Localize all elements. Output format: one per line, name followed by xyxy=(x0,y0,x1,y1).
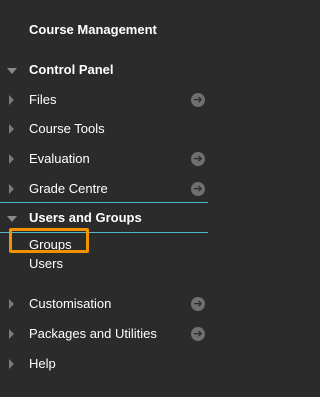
menu-item-files[interactable]: Files ➔ xyxy=(0,85,208,115)
course-tools-label: Course Tools xyxy=(29,121,105,136)
collapse-triangle-icon xyxy=(7,68,17,74)
files-label: Files xyxy=(29,92,57,107)
control-panel-label: Control Panel xyxy=(29,62,114,77)
customisation-label: Customisation xyxy=(29,296,112,311)
users-and-groups-label: Users and Groups xyxy=(29,210,142,225)
menu-item-customisation[interactable]: Customisation ➔ xyxy=(0,289,208,319)
arrow-right-circle-icon[interactable]: ➔ xyxy=(191,182,205,196)
menu-item-grade-centre[interactable]: Grade Centre ➔ xyxy=(0,174,208,204)
expand-triangle-icon xyxy=(9,184,14,194)
menu-item-evaluation[interactable]: Evaluation ➔ xyxy=(0,144,208,174)
packages-and-utilities-label: Packages and Utilities xyxy=(29,326,157,341)
arrow-right-circle-icon[interactable]: ➔ xyxy=(191,93,205,107)
menu-item-help[interactable]: Help xyxy=(0,349,208,379)
menu-item-course-tools[interactable]: Course Tools xyxy=(0,114,208,144)
help-label: Help xyxy=(29,356,56,371)
arrow-right-circle-icon[interactable]: ➔ xyxy=(191,152,205,166)
collapse-triangle-icon xyxy=(7,216,17,222)
menu-item-packages-and-utilities[interactable]: Packages and Utilities ➔ xyxy=(0,319,208,349)
course-management-panel: Course Management Control Panel Files ➔ … xyxy=(0,0,208,397)
expand-triangle-icon xyxy=(9,95,14,105)
expand-triangle-icon xyxy=(9,124,14,134)
evaluation-label: Evaluation xyxy=(29,151,90,166)
arrow-right-circle-icon[interactable]: ➔ xyxy=(191,297,205,311)
arrow-right-circle-icon[interactable]: ➔ xyxy=(191,327,205,341)
expand-triangle-icon xyxy=(9,329,14,339)
panel-title: Course Management xyxy=(29,22,157,37)
users-highlight-box xyxy=(9,228,89,253)
expand-triangle-icon xyxy=(9,359,14,369)
expand-triangle-icon xyxy=(9,154,14,164)
expand-triangle-icon xyxy=(9,299,14,309)
grade-centre-label: Grade Centre xyxy=(29,181,108,196)
control-panel-toggle[interactable]: Control Panel xyxy=(0,55,208,85)
submenu-item-users[interactable]: Users xyxy=(29,256,63,271)
